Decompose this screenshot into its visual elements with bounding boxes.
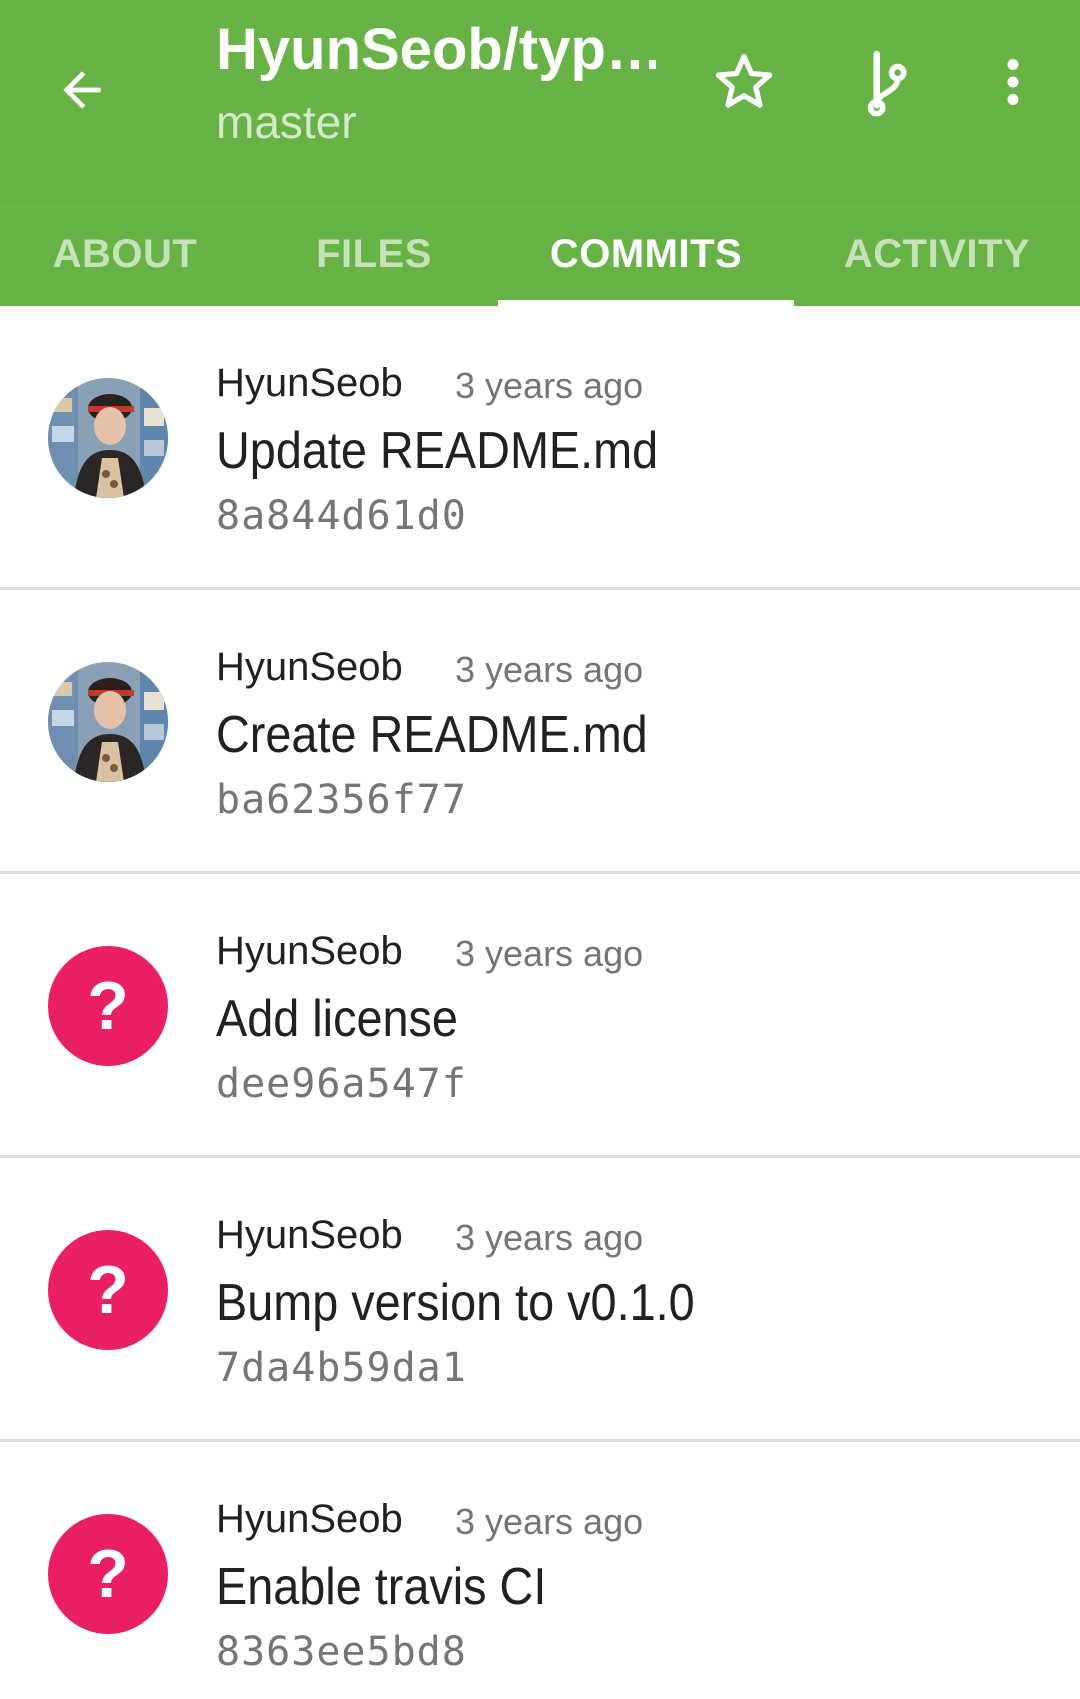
commit-message: Enable travis CI — [216, 1558, 547, 1616]
commit-author: HyunSeob — [216, 929, 403, 973]
commit-time: 3 years ago — [455, 1217, 644, 1258]
user-photo-icon — [48, 378, 168, 498]
back-button[interactable] — [34, 42, 130, 138]
commit-author: HyunSeob — [216, 1213, 403, 1257]
commit-row[interactable]: HyunSeob 3 years ago Update README.md 8a… — [0, 306, 1080, 590]
tab-activity-label: ACTIVITY — [843, 231, 1031, 276]
commit-time: 3 years ago — [455, 1501, 644, 1542]
commit-time: 3 years ago — [455, 649, 644, 690]
commit-list: HyunSeob 3 years ago Update README.md 8a… — [0, 306, 1080, 1699]
overflow-menu-button[interactable] — [963, 32, 1063, 132]
commit-author: HyunSeob — [216, 361, 403, 405]
commit-sha: ba62356f77 — [216, 777, 467, 823]
commit-row[interactable]: ? HyunSeob 3 years ago Bump version to v… — [0, 1158, 1080, 1442]
avatar[interactable] — [48, 662, 168, 782]
user-photo-icon — [48, 662, 168, 782]
question-mark-icon: ? — [87, 1252, 129, 1328]
commit-message: Update README.md — [216, 422, 659, 480]
branch-button[interactable] — [836, 32, 936, 132]
commit-sha: 7da4b59da1 — [216, 1345, 467, 1391]
branch-name: master — [216, 96, 357, 148]
unknown-user-avatar[interactable]: ? — [48, 946, 168, 1066]
arrow-back-icon — [63, 71, 101, 109]
commit-message: Add license — [216, 990, 458, 1048]
tab-about-label: ABOUT — [52, 231, 198, 276]
commit-row[interactable]: ? HyunSeob 3 years ago Add license dee96… — [0, 874, 1080, 1158]
tab-about[interactable]: ABOUT — [0, 202, 250, 306]
commit-row[interactable]: ? HyunSeob 3 years ago Enable travis CI … — [0, 1442, 1080, 1699]
tab-activity[interactable]: ACTIVITY — [794, 202, 1080, 306]
commit-sha: dee96a547f — [216, 1061, 467, 1107]
star-button[interactable] — [694, 32, 794, 132]
question-mark-icon: ? — [87, 1536, 129, 1612]
more-vert-icon — [1007, 59, 1019, 105]
commit-time: 3 years ago — [455, 933, 644, 974]
tab-files-label: FILES — [316, 231, 432, 276]
star-outline-icon — [715, 54, 773, 108]
question-mark-icon: ? — [87, 968, 129, 1044]
commit-time: 3 years ago — [455, 365, 644, 406]
commit-author: HyunSeob — [216, 1497, 403, 1541]
commit-row[interactable]: HyunSeob 3 years ago Create README.md ba… — [0, 590, 1080, 874]
repo-title: HyunSeob/typ… — [216, 17, 656, 82]
toolbar: HyunSeob/typ… master — [0, 0, 1080, 202]
commit-sha: 8363ee5bd8 — [216, 1629, 467, 1675]
commit-author: HyunSeob — [216, 645, 403, 689]
avatar[interactable] — [48, 378, 168, 498]
tab-bar: ABOUT FILES COMMITS ACTIVITY — [0, 202, 1080, 306]
tab-files[interactable]: FILES — [250, 202, 498, 306]
app-screen: HyunSeob/typ… master ABOUT FILES COMMITS… — [0, 0, 1080, 1699]
tab-commits[interactable]: COMMITS — [498, 202, 794, 306]
git-branch-icon — [867, 50, 907, 117]
commit-sha: 8a844d61d0 — [216, 493, 467, 539]
tab-commits-label: COMMITS — [549, 231, 743, 276]
commit-message: Create README.md — [216, 706, 648, 764]
unknown-user-avatar[interactable]: ? — [48, 1514, 168, 1634]
unknown-user-avatar[interactable]: ? — [48, 1230, 168, 1350]
commit-message: Bump version to v0.1.0 — [216, 1274, 695, 1332]
